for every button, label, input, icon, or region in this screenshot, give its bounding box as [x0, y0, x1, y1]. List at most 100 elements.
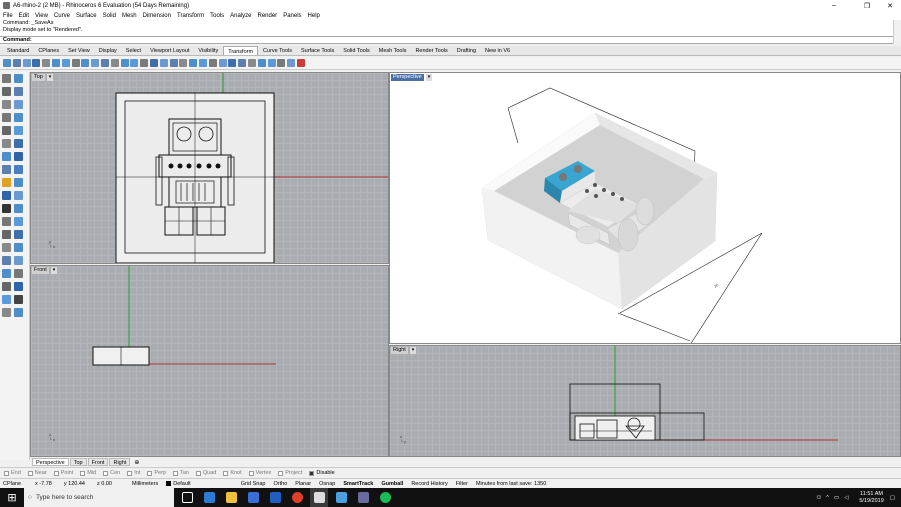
cplane-label[interactable]: CPlane	[3, 481, 21, 487]
ellipse-icon[interactable]	[2, 113, 11, 122]
menu-surface[interactable]: Surface	[76, 13, 97, 19]
text-icon[interactable]	[14, 126, 23, 135]
history-icon[interactable]	[14, 308, 23, 317]
annotation-icon[interactable]	[14, 256, 23, 265]
osnap-tan[interactable]: Tan	[172, 470, 189, 476]
viewport-label-perspective[interactable]: Perspective	[391, 74, 424, 81]
checkbox[interactable]	[53, 470, 59, 476]
taper-icon[interactable]	[100, 59, 109, 67]
filter-toggle[interactable]: Filter	[456, 481, 468, 487]
network-icon[interactable]: ▭	[834, 495, 839, 501]
tab-transform[interactable]: Transform	[223, 46, 259, 55]
viewport-label-front[interactable]: Front	[32, 267, 49, 274]
checkbox[interactable]	[147, 470, 153, 476]
osnap-perp[interactable]: Perp	[147, 470, 166, 476]
menu-help[interactable]: Help	[308, 13, 320, 19]
trim-icon[interactable]	[2, 217, 11, 226]
checkbox[interactable]	[103, 470, 109, 476]
array-polar-icon[interactable]	[228, 59, 237, 67]
move-icon[interactable]	[3, 59, 11, 67]
group-icon[interactable]	[2, 243, 11, 252]
osnap-point[interactable]: Point	[53, 470, 73, 476]
checkbox[interactable]	[172, 470, 178, 476]
menu-edit[interactable]: Edit	[19, 13, 29, 19]
options-icon[interactable]	[2, 308, 11, 317]
viewport-top[interactable]: Top ▾ y └ x	[30, 72, 389, 264]
viewport-perspective[interactable]: Perspective ▾ 20	[389, 72, 901, 344]
rhino-taskbar-icon[interactable]	[310, 488, 328, 507]
grid-icon[interactable]	[2, 282, 11, 291]
osnap-vertex[interactable]: Vertex	[248, 470, 271, 476]
osnap-cen[interactable]: Cen	[103, 470, 120, 476]
windows-start-icon[interactable]: ⊞	[0, 488, 24, 507]
boolean-icon[interactable]	[14, 178, 23, 187]
pull-icon[interactable]	[179, 59, 188, 67]
menu-analyze[interactable]: Analyze	[230, 13, 251, 19]
maximize-button[interactable]: ❐	[856, 0, 878, 11]
twist-icon[interactable]	[81, 59, 90, 67]
array-curve-icon[interactable]	[218, 59, 227, 67]
edge-icon[interactable]	[200, 488, 218, 507]
osnap-toggle[interactable]: Osnap	[319, 481, 335, 487]
materials-icon[interactable]	[14, 204, 23, 213]
rotate-3d-icon[interactable]	[267, 59, 276, 67]
set-pt-icon[interactable]	[159, 59, 168, 67]
arrow-right-icon[interactable]	[296, 59, 305, 67]
sphere-icon[interactable]	[14, 165, 23, 174]
align-icon[interactable]	[71, 59, 80, 67]
tab-new-in-v6[interactable]: New in V6	[481, 46, 514, 55]
osnap-mid[interactable]: Mid	[80, 470, 96, 476]
cap-icon[interactable]	[14, 191, 23, 200]
menu-curve[interactable]: Curve	[54, 13, 70, 19]
mirror-plane-icon[interactable]	[247, 59, 256, 67]
rectangle-icon[interactable]	[14, 113, 23, 122]
orient-3pt-icon[interactable]	[257, 59, 266, 67]
bend-icon[interactable]	[91, 59, 100, 67]
clock[interactable]: 11:51 AM 5/19/2019	[859, 491, 883, 505]
checkbox[interactable]	[278, 470, 284, 476]
checkbox[interactable]	[223, 470, 229, 476]
layer-label[interactable]: Default	[173, 481, 190, 487]
taskbar-search[interactable]: ○ Type here to search	[24, 488, 174, 507]
dimension-icon[interactable]	[2, 256, 11, 265]
app-icon-2[interactable]	[354, 488, 372, 507]
menu-render[interactable]: Render	[258, 13, 278, 19]
stretch-icon[interactable]	[130, 59, 139, 67]
checkbox[interactable]	[127, 470, 133, 476]
menu-mesh[interactable]: Mesh	[122, 13, 137, 19]
mesh-icon[interactable]	[2, 178, 11, 187]
viewport-menu-top[interactable]: ▾	[47, 74, 53, 81]
menu-transform[interactable]: Transform	[177, 13, 204, 19]
minimize-button[interactable]: –	[823, 0, 845, 11]
copy-icon[interactable]	[12, 59, 21, 67]
units-label[interactable]: Millimeters	[132, 481, 158, 487]
checkbox[interactable]	[80, 470, 86, 476]
mirror-icon[interactable]	[42, 59, 51, 67]
osnap-int[interactable]: Int	[127, 470, 140, 476]
vptab-perspective[interactable]: Perspective	[32, 458, 69, 466]
rotate-icon[interactable]	[22, 59, 31, 67]
orient-icon[interactable]	[61, 59, 70, 67]
box-icon[interactable]	[2, 165, 11, 174]
viewport-front[interactable]: Front ▾ z └ x	[30, 265, 389, 457]
splop-icon[interactable]	[120, 59, 129, 67]
tab-solid-tools[interactable]: Solid Tools	[339, 46, 374, 55]
render-icon[interactable]	[2, 204, 11, 213]
command-scrollbar[interactable]	[893, 20, 901, 44]
spotify-icon[interactable]	[376, 488, 394, 507]
viewport-label-right[interactable]: Right	[391, 347, 408, 354]
cage-icon[interactable]	[149, 59, 158, 67]
gumball-toggle[interactable]: Gumball	[381, 481, 403, 487]
tab-set-view[interactable]: Set View	[64, 46, 94, 55]
viewport-right[interactable]: Right ▾ z └ y	[389, 345, 901, 457]
scale-nu-icon[interactable]	[277, 59, 286, 67]
analyze-icon[interactable]	[14, 282, 23, 291]
shell-icon[interactable]	[2, 191, 11, 200]
offset-icon[interactable]	[14, 139, 23, 148]
scale-icon[interactable]	[32, 59, 41, 67]
vptab-top[interactable]: Top	[69, 458, 87, 466]
check-icon[interactable]	[14, 295, 23, 304]
osnap-project[interactable]: Project	[278, 470, 302, 476]
osnap-quad[interactable]: Quad	[195, 470, 216, 476]
transform-icon[interactable]	[2, 295, 11, 304]
